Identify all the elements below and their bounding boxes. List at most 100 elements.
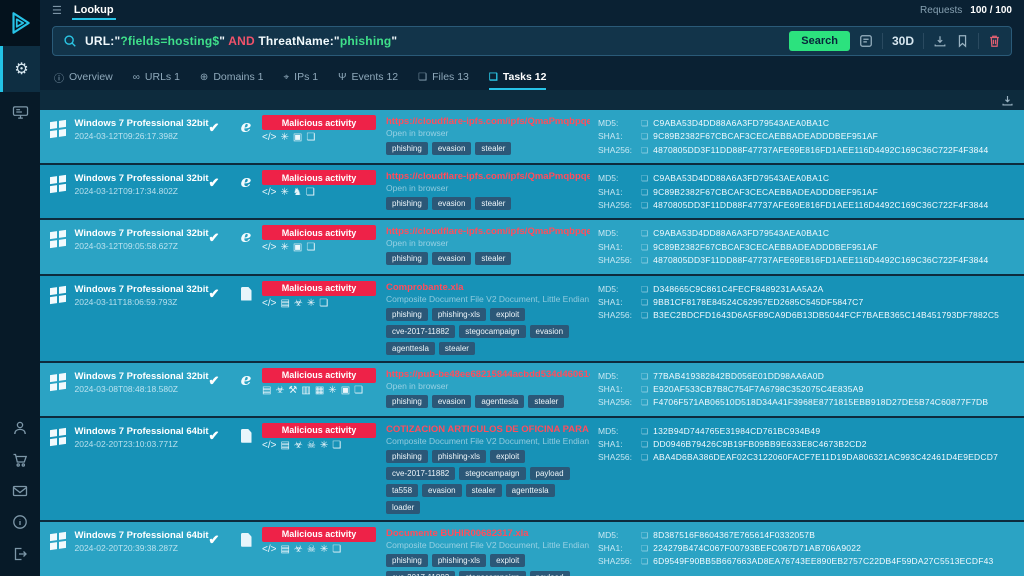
copy-icon[interactable]: ❏ xyxy=(641,187,648,199)
tag-stealer[interactable]: stealer xyxy=(465,483,502,497)
tag-phishing[interactable]: phishing xyxy=(386,394,428,408)
tag-stealer[interactable]: stealer xyxy=(475,197,512,211)
clear-query-button[interactable] xyxy=(988,34,1001,48)
menu-icon[interactable]: ☰ xyxy=(52,4,62,17)
tag-evasion[interactable]: evasion xyxy=(422,483,462,497)
tag-ta558[interactable]: ta558 xyxy=(386,483,419,497)
tag-phishing[interactable]: phishing xyxy=(386,449,428,463)
sidebar-item-sandbox[interactable] xyxy=(0,92,40,132)
sidebar-item-store[interactable] xyxy=(12,452,28,468)
copy-icon[interactable]: ❏ xyxy=(641,543,648,555)
tab-tasks[interactable]: ❑ Tasks 12 xyxy=(488,64,546,90)
copy-icon[interactable]: ❏ xyxy=(641,145,648,157)
query-history-button[interactable] xyxy=(859,34,873,48)
task-target-link[interactable]: Comprobante.xla xyxy=(386,282,590,293)
task-row[interactable]: Windows 7 Professional 32bit 2024-03-08T0… xyxy=(40,362,1024,416)
copy-icon[interactable]: ❏ xyxy=(641,556,648,568)
app-logo[interactable] xyxy=(0,0,40,46)
task-row[interactable]: Windows 7 Professional 32bit 2024-03-12T0… xyxy=(40,110,1024,164)
period-selector[interactable]: 30D xyxy=(892,34,914,48)
tag-evasion[interactable]: evasion xyxy=(431,252,472,266)
page-title[interactable]: Lookup xyxy=(71,0,116,20)
tag-phishing[interactable]: phishing xyxy=(386,197,428,211)
export-results-button[interactable] xyxy=(1001,94,1014,107)
tag-stegocampaign[interactable]: stegocampaign xyxy=(459,324,526,338)
copy-icon[interactable]: ❏ xyxy=(641,255,648,267)
copy-icon[interactable]: ❏ xyxy=(641,452,648,464)
tag-exploit[interactable]: exploit xyxy=(490,307,526,321)
copy-icon[interactable]: ❏ xyxy=(641,397,648,409)
tag-evasion[interactable]: evasion xyxy=(431,394,472,408)
copy-icon[interactable]: ❏ xyxy=(641,200,648,212)
task-target-link[interactable]: https://cloudflare-ipfs.com/ipfs/QmaPmqb… xyxy=(386,226,590,237)
task-row[interactable]: Windows 7 Professional 64bit 2024-02-20T2… xyxy=(40,521,1024,576)
search-button[interactable]: Search xyxy=(789,31,850,51)
tag-evasion[interactable]: evasion xyxy=(431,197,472,211)
copy-icon[interactable]: ❏ xyxy=(641,242,648,254)
task-row[interactable]: Windows 7 Professional 32bit 2024-03-12T0… xyxy=(40,220,1024,274)
sidebar-item-lookup[interactable]: ⚙ xyxy=(0,46,40,92)
open-in-browser-link[interactable]: Open in browser xyxy=(386,238,590,248)
copy-icon[interactable]: ❏ xyxy=(641,384,648,396)
tab-files[interactable]: ❏ Files 13 xyxy=(418,64,469,90)
copy-icon[interactable]: ❏ xyxy=(641,118,648,130)
open-in-browser-link[interactable]: Open in browser xyxy=(386,128,590,138)
tag-evasion[interactable]: evasion xyxy=(529,324,570,338)
task-target-link[interactable]: https://cloudflare-ipfs.com/ipfs/QmaPmqb… xyxy=(386,171,590,182)
tag-loader[interactable]: loader xyxy=(386,500,421,514)
tab-urls[interactable]: ∞ URLs 1 xyxy=(133,64,180,90)
tag-phishing[interactable]: phishing xyxy=(386,307,428,321)
tag-cve-2017-11882[interactable]: cve-2017-11882 xyxy=(386,466,456,480)
tag-agenttesla[interactable]: agenttesla xyxy=(475,394,525,408)
copy-icon[interactable]: ❏ xyxy=(641,371,648,383)
sidebar-item-contact[interactable] xyxy=(12,484,28,498)
copy-icon[interactable]: ❏ xyxy=(641,530,648,542)
tag-stegocampaign[interactable]: stegocampaign xyxy=(459,466,526,480)
tag-stealer[interactable]: stealer xyxy=(528,394,565,408)
search-input[interactable]: URL:"?fields=hosting$ " AND ThreatName:"p… xyxy=(52,26,1012,56)
tag-stealer[interactable]: stealer xyxy=(475,142,512,155)
tag-phishing-xls[interactable]: phishing-xls xyxy=(431,307,487,321)
copy-icon[interactable]: ❏ xyxy=(641,173,648,185)
task-row[interactable]: Windows 7 Professional 32bit 2024-03-11T1… xyxy=(40,275,1024,361)
tag-stealer[interactable]: stealer xyxy=(475,252,512,266)
sidebar-item-info[interactable] xyxy=(12,514,28,530)
tag-agenttesla[interactable]: agenttesla xyxy=(505,483,555,497)
task-row[interactable]: Windows 7 Professional 32bit 2024-03-12T0… xyxy=(40,165,1024,219)
copy-icon[interactable]: ❏ xyxy=(641,284,648,296)
task-target-link[interactable]: https://cloudflare-ipfs.com/ipfs/QmaPmqb… xyxy=(386,116,590,127)
tag-phishing[interactable]: phishing xyxy=(386,142,428,155)
tag-stegocampaign[interactable]: stegocampaign xyxy=(459,570,526,576)
open-in-browser-link[interactable]: Open in browser xyxy=(386,183,590,193)
export-query-button[interactable] xyxy=(933,34,947,48)
tag-phishing-xls[interactable]: phishing-xls xyxy=(431,449,487,463)
tag-exploit[interactable]: exploit xyxy=(490,553,526,567)
copy-icon[interactable]: ❏ xyxy=(641,228,648,240)
tab-overview[interactable]: ⓘ Overview xyxy=(54,64,113,90)
tag-agenttesla[interactable]: agenttesla xyxy=(386,341,435,355)
copy-icon[interactable]: ❏ xyxy=(641,297,648,309)
task-target-link[interactable]: https://pub-be48ee68215844acbdd534d46061… xyxy=(386,369,590,380)
tag-evasion[interactable]: evasion xyxy=(431,142,472,155)
tag-phishing[interactable]: phishing xyxy=(386,252,428,266)
tag-phishing-xls[interactable]: phishing-xls xyxy=(431,553,487,567)
copy-icon[interactable]: ❏ xyxy=(641,439,648,451)
task-row[interactable]: Windows 7 Professional 64bit 2024-02-20T2… xyxy=(40,417,1024,520)
task-target-link[interactable]: Documente BUHIR00682317.xla xyxy=(386,528,590,539)
tab-ips[interactable]: ⌖ IPs 1 xyxy=(284,64,319,90)
tab-events[interactable]: Ψ Events 12 xyxy=(338,64,398,90)
copy-icon[interactable]: ❏ xyxy=(641,131,648,143)
tag-cve-2017-11882[interactable]: cve-2017-11882 xyxy=(386,324,456,338)
open-in-browser-link[interactable]: Open in browser xyxy=(386,381,590,391)
tag-payload[interactable]: payload xyxy=(529,570,570,576)
tag-phishing[interactable]: phishing xyxy=(386,553,428,567)
tab-domains[interactable]: ⊕ Domains 1 xyxy=(200,64,264,90)
copy-icon[interactable]: ❏ xyxy=(641,310,648,322)
tag-cve-2017-11882[interactable]: cve-2017-11882 xyxy=(386,570,456,576)
tag-stealer[interactable]: stealer xyxy=(438,341,475,355)
bookmark-query-button[interactable] xyxy=(956,34,969,48)
sidebar-item-profile[interactable] xyxy=(12,420,28,436)
tag-payload[interactable]: payload xyxy=(529,466,570,480)
sidebar-item-logout[interactable] xyxy=(12,546,28,562)
task-target-link[interactable]: COTIZACION ARTICULOS DE OFICINA PARA PRO… xyxy=(386,424,590,435)
